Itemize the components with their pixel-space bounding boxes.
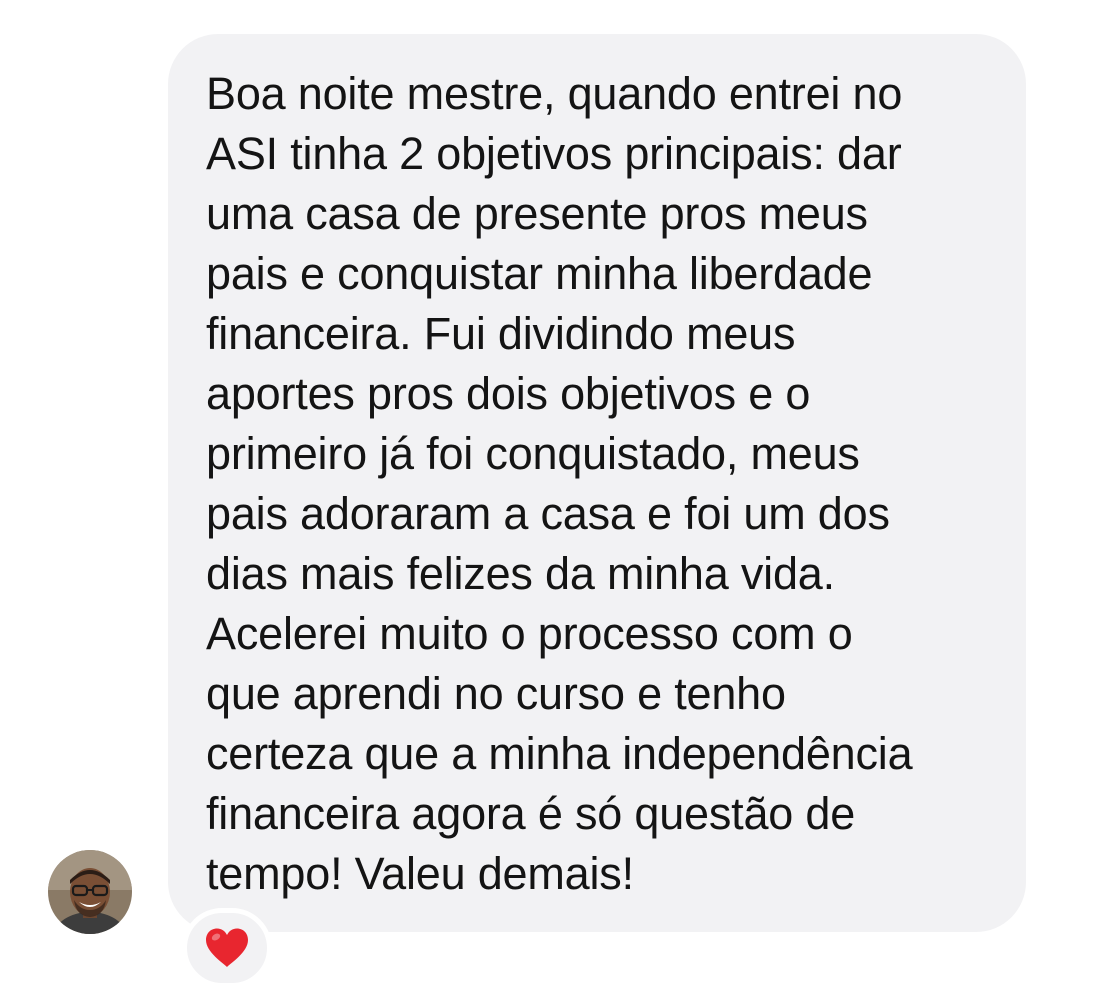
message-line: aportes pros dois objetivos e o [206, 368, 811, 419]
heart-icon [206, 928, 248, 967]
message-line: Boa noite mestre, quando entrei no [206, 68, 903, 119]
message-line: Acelerei muito o processo com o [206, 608, 853, 659]
message-line: pais e conquistar minha liberdade [206, 248, 873, 299]
message-line: primeiro já foi conquistado, meus [206, 428, 860, 479]
message-line: pais adoraram a casa e foi um dos [206, 488, 890, 539]
message-line: financeira agora é só questão de [206, 788, 856, 839]
message-line: ASI tinha 2 objetivos principais: dar [206, 128, 902, 179]
avatar[interactable] [48, 850, 132, 934]
message-line: uma casa de presente pros meus [206, 188, 868, 239]
message-line: certeza que a minha independência [206, 728, 913, 779]
message-bubble[interactable]: Boa noite mestre, quando entrei no ASI t… [168, 34, 1026, 932]
avatar-image [48, 850, 132, 934]
message-line: tempo! Valeu demais! [206, 848, 634, 899]
reaction-badge[interactable] [182, 908, 272, 988]
message-line: dias mais felizes da minha vida. [206, 548, 835, 599]
message-text: Boa noite mestre, quando entrei no ASI t… [206, 64, 913, 904]
chat-conversation: Boa noite mestre, quando entrei no ASI t… [0, 0, 1108, 993]
message-line: financeira. Fui dividindo meus [206, 308, 796, 359]
message-line: que aprendi no curso e tenho [206, 668, 786, 719]
